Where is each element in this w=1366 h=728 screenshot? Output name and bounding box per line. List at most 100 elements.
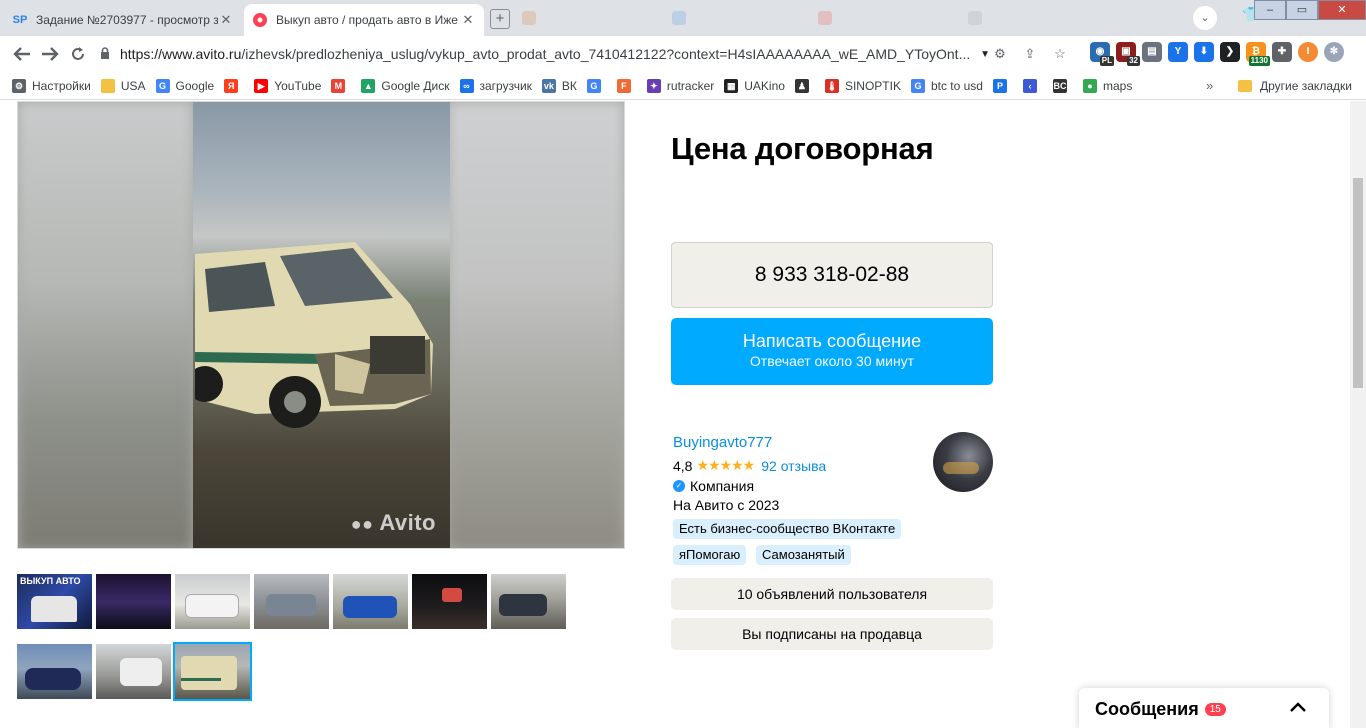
tab-ghost-2[interactable] <box>672 10 692 26</box>
infinity-icon: ∞ <box>459 78 474 93</box>
tab-title: Выкуп авто / продать авто в Иже <box>276 13 458 27</box>
tab-ghost-4[interactable] <box>968 10 988 26</box>
tab-ghost-3[interactable] <box>818 10 838 26</box>
close-icon[interactable]: ✕ <box>460 12 476 28</box>
tag-vk-community[interactable]: Есть бизнес-сообщество ВКонтакте <box>673 519 902 539</box>
shield-extension-icon[interactable]: ▣ 32 <box>1116 42 1140 66</box>
thumbnail-10-selected[interactable] <box>173 642 252 701</box>
bookmark-16[interactable]: Gbtc to usd <box>910 78 983 93</box>
bookmark-star-icon[interactable]: ☆ <box>1050 44 1070 64</box>
puzzle-extensions-icon[interactable]: ✚ <box>1272 42 1292 62</box>
bookmark-8[interactable]: ∞ загрузчик <box>459 78 532 93</box>
subscribed-button[interactable]: Вы подписаны на продавца <box>671 618 993 650</box>
main-photo[interactable]: ●● Avito <box>17 101 625 549</box>
photo-blur-left <box>18 102 193 548</box>
profile-avatar[interactable]: I <box>1298 42 1318 62</box>
bookmark-17[interactable]: P <box>992 78 1013 93</box>
reviews-link[interactable]: 92 отзыва <box>761 458 826 474</box>
bookmark-19[interactable]: BC <box>1052 78 1073 93</box>
share-icon[interactable]: ⇪ <box>1020 44 1040 64</box>
bookmark-3[interactable]: G Google <box>155 78 214 93</box>
bookmark-6[interactable]: M <box>331 78 351 93</box>
bookmarks-more-button[interactable]: » <box>1206 78 1213 93</box>
tab-zadanie[interactable]: SP Задание №2703977 - просмотр з ✕ <box>4 4 242 36</box>
unread-count-badge: 15 <box>1204 702 1226 716</box>
bookmark-label: USA <box>120 78 146 93</box>
star-rating-icon: ★★★★★ <box>696 457 755 473</box>
lock-icon[interactable] <box>100 46 120 62</box>
tab-strip: SP Задание №2703977 - просмотр з ✕ Выкуп… <box>0 0 1366 36</box>
sp-favicon-icon: SP <box>12 14 28 26</box>
messages-widget[interactable]: Сообщения 15 <box>1079 688 1329 728</box>
url-dropdown-icon[interactable]: ▼ <box>980 49 990 60</box>
thumbnail-7[interactable] <box>491 574 566 629</box>
scrollbar-thumb[interactable] <box>1353 178 1363 388</box>
seller-since: На Авито с 2023 <box>673 497 780 513</box>
bookmark-1[interactable]: ⚙ Настройки <box>12 78 91 93</box>
url-text[interactable]: https://www.avito.ru/izhevsk/predlozheni… <box>120 46 976 62</box>
tab-search-chevron-icon[interactable]: ⌄ <box>1193 6 1217 30</box>
tab-avito[interactable]: Выкуп авто / продать авто в Иже ✕ <box>244 4 484 36</box>
tab-title: Задание №2703977 - просмотр з <box>36 13 218 27</box>
bookmark-15[interactable]: 🌡 SINOPTIK <box>824 78 901 93</box>
back-arrow-icon[interactable] <box>8 40 36 68</box>
download-extension-icon[interactable]: ⬇ <box>1194 42 1214 62</box>
blocked-content-icon[interactable]: ⚙ <box>990 44 1010 64</box>
y-extension-icon[interactable]: Y <box>1168 42 1188 62</box>
address-bar[interactable]: https://www.avito.ru/izhevsk/predlozheni… <box>100 40 990 68</box>
bookmark-4[interactable]: Я <box>224 78 244 93</box>
thumbnail-4[interactable] <box>254 574 329 629</box>
other-bookmarks[interactable]: Другие закладки <box>1238 72 1352 100</box>
bitcoin-extension-icon[interactable]: ₿ 1130 <box>1246 42 1270 66</box>
bookmark-10[interactable]: G <box>586 78 607 93</box>
show-phone-button[interactable]: 8 933 318-02-88 <box>671 242 993 308</box>
thumbnail-6[interactable] <box>412 574 487 629</box>
bookmark-2[interactable]: USA <box>100 78 146 93</box>
verified-check-icon: ✓ <box>673 480 685 492</box>
thumbnail-2[interactable] <box>96 574 171 629</box>
bc-icon: BC <box>1052 78 1067 93</box>
bookmark-5[interactable]: ▶ YouTube <box>254 78 322 93</box>
thumbnail-5[interactable] <box>333 574 408 629</box>
briefcase-extension-icon[interactable]: ▤ <box>1142 42 1162 62</box>
thumbnail-8[interactable] <box>17 644 92 699</box>
maximize-button[interactable]: ▭ <box>1286 0 1318 20</box>
bookmark-13[interactable]: ▦ UAKino <box>724 78 785 93</box>
van-photo <box>193 102 450 548</box>
tag-ya-pomogayu[interactable]: яПомогаю <box>673 545 747 565</box>
minimize-button[interactable]: – <box>1254 0 1286 20</box>
page-scrollbar[interactable] <box>1350 101 1366 728</box>
tag-self-employed[interactable]: Самозанятый <box>756 545 851 565</box>
bookmark-9[interactable]: vk ВК <box>541 78 577 93</box>
drive-icon: ▲ <box>361 78 376 93</box>
omnibox-actions: ⚙ ⇪ ☆ <box>990 44 1070 64</box>
thumbnail-1[interactable]: ВЫКУП АВТО <box>17 574 92 629</box>
bookmark-18[interactable]: ‹ <box>1022 78 1043 93</box>
bookmark-label: ВК <box>561 78 577 93</box>
bookmark-7[interactable]: ▲ Google Диск <box>361 78 450 93</box>
terminal-extension-icon[interactable]: ❯ <box>1220 42 1240 62</box>
user-ads-button[interactable]: 10 объявлений пользователя <box>671 578 993 610</box>
bookmark-14[interactable]: ♟ <box>794 78 815 93</box>
bookmark-label: YouTube <box>274 78 322 93</box>
thumbnail-3[interactable] <box>175 574 250 629</box>
settings-extension-icon[interactable]: ✻ <box>1324 42 1344 62</box>
seller-avatar[interactable] <box>933 432 993 492</box>
yandex-icon: Я <box>224 78 239 93</box>
window-close-button[interactable]: ✕ <box>1318 0 1366 20</box>
gmail-icon: M <box>331 78 346 93</box>
thumbnail-9[interactable] <box>96 644 171 699</box>
close-icon[interactable]: ✕ <box>218 12 234 28</box>
damaged-van-image <box>195 242 433 428</box>
bookmark-20[interactable]: ● maps <box>1082 78 1132 93</box>
vpn-extension-icon[interactable]: ◉ PL <box>1090 42 1114 66</box>
bookmark-label: rutracker <box>666 78 715 93</box>
reload-icon[interactable] <box>64 40 92 68</box>
forward-arrow-icon[interactable] <box>36 40 64 68</box>
bookmark-12[interactable]: ✦ rutracker <box>646 78 715 93</box>
new-tab-button[interactable]: + <box>490 9 510 29</box>
tab-ghost-1[interactable] <box>522 10 542 26</box>
chevron-up-icon[interactable] <box>1289 696 1307 719</box>
write-message-button[interactable]: Написать сообщение Отвечает около 30 мин… <box>671 318 993 385</box>
bookmark-11[interactable]: F <box>616 78 637 93</box>
